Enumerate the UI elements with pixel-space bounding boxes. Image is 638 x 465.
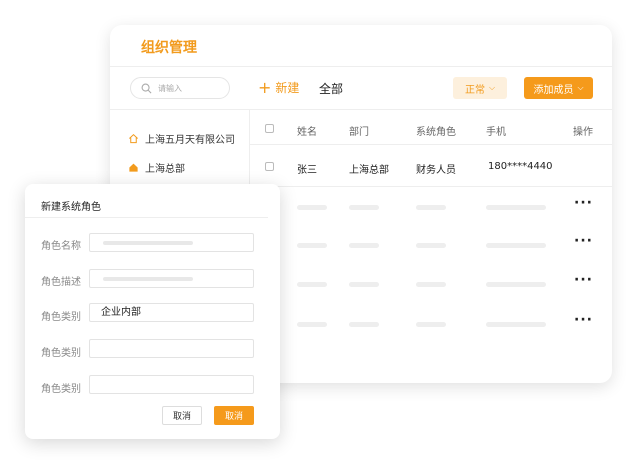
more-actions-icon[interactable]: ··· bbox=[574, 233, 593, 249]
add-member-button[interactable]: 添加成员 ⌵ bbox=[524, 77, 593, 99]
search-placeholder: 请输入 bbox=[158, 83, 182, 93]
column-header-phone: 手机 bbox=[486, 127, 506, 138]
confirm-button[interactable]: 取消 bbox=[214, 406, 254, 425]
chevron-down-icon: ⌵ bbox=[488, 83, 496, 92]
column-header-role: 系统角色 bbox=[416, 127, 456, 138]
select-all-checkbox[interactable] bbox=[265, 124, 274, 133]
more-actions-icon[interactable]: ··· bbox=[574, 272, 593, 288]
cancel-button[interactable]: 取消 bbox=[162, 406, 202, 425]
chevron-down-icon: ⌵ bbox=[577, 83, 584, 92]
skeleton-bar bbox=[349, 322, 379, 327]
dialog-title: 新建系统角色 bbox=[41, 202, 101, 213]
dialog-divider bbox=[25, 217, 268, 218]
cell-dept: 上海总部 bbox=[349, 165, 389, 176]
plus-icon: + bbox=[258, 77, 272, 97]
skeleton-bar bbox=[349, 205, 379, 210]
table-header-divider bbox=[249, 144, 612, 145]
skeleton-bar bbox=[416, 243, 446, 248]
column-header-actions: 操作 bbox=[573, 127, 593, 138]
field-label-role-type-3: 角色类别 bbox=[41, 384, 81, 395]
toolbar-divider bbox=[110, 109, 612, 110]
role-type-input-3[interactable] bbox=[89, 375, 254, 394]
skeleton-bar bbox=[486, 205, 546, 210]
home-icon bbox=[129, 163, 138, 172]
skeleton-bar bbox=[297, 205, 327, 210]
filter-all[interactable]: 全部 bbox=[319, 80, 343, 97]
role-name-input[interactable] bbox=[89, 233, 254, 252]
field-label-role-desc: 角色描述 bbox=[41, 277, 81, 288]
header-divider bbox=[110, 66, 612, 67]
cell-phone: 180****4440 bbox=[488, 161, 553, 172]
more-actions-icon[interactable]: ··· bbox=[574, 195, 593, 211]
skeleton-bar bbox=[297, 322, 327, 327]
skeleton-bar bbox=[349, 243, 379, 248]
search-icon bbox=[141, 83, 152, 93]
more-actions-icon[interactable]: ··· bbox=[574, 312, 593, 328]
skeleton-bar bbox=[486, 282, 546, 287]
tree-item-company[interactable]: 上海五月天有限公司 bbox=[128, 131, 235, 146]
skeleton-bar bbox=[349, 282, 379, 287]
search-input[interactable]: 请输入 bbox=[130, 77, 230, 99]
role-type-input[interactable]: 企业内部 bbox=[89, 303, 254, 322]
column-header-dept: 部门 bbox=[349, 127, 369, 138]
skeleton-bar bbox=[416, 205, 446, 210]
page-title: 组织管理 bbox=[141, 40, 197, 56]
tree-item-company-label: 上海五月天有限公司 bbox=[145, 135, 235, 146]
cell-name: 张三 bbox=[297, 165, 317, 176]
role-type-input-2[interactable] bbox=[89, 339, 254, 358]
home-outline-icon bbox=[129, 133, 138, 144]
row-divider bbox=[249, 186, 612, 187]
field-label-role-type-2: 角色类别 bbox=[41, 348, 81, 359]
skeleton-bar bbox=[416, 282, 446, 287]
input-placeholder-bar bbox=[103, 277, 193, 281]
skeleton-bar bbox=[416, 322, 446, 327]
cell-role: 财务人员 bbox=[416, 165, 456, 176]
add-member-label: 添加成员 bbox=[533, 84, 574, 96]
field-label-role-name: 角色名称 bbox=[41, 241, 81, 252]
tree-item-branch[interactable]: 上海总部 bbox=[128, 160, 185, 175]
column-header-name: 姓名 bbox=[297, 127, 317, 138]
field-label-role-type: 角色类别 bbox=[41, 312, 81, 323]
new-button[interactable]: + 新建 bbox=[258, 79, 299, 96]
new-role-dialog: 新建系统角色 角色名称 角色描述 角色类别 企业内部 角色类别 角色类别 取消 … bbox=[25, 184, 280, 439]
row-checkbox[interactable] bbox=[265, 162, 274, 171]
skeleton-bar bbox=[297, 243, 327, 248]
status-select-label: 正常 bbox=[464, 84, 485, 96]
skeleton-bar bbox=[486, 243, 546, 248]
status-select[interactable]: 正常 ⌵ bbox=[453, 77, 507, 99]
tree-item-branch-label: 上海总部 bbox=[145, 164, 185, 175]
skeleton-bar bbox=[486, 322, 546, 327]
new-button-label: 新建 bbox=[275, 81, 300, 95]
skeleton-bar bbox=[297, 282, 327, 287]
role-description-input[interactable] bbox=[89, 269, 254, 288]
input-placeholder-bar bbox=[103, 241, 193, 245]
